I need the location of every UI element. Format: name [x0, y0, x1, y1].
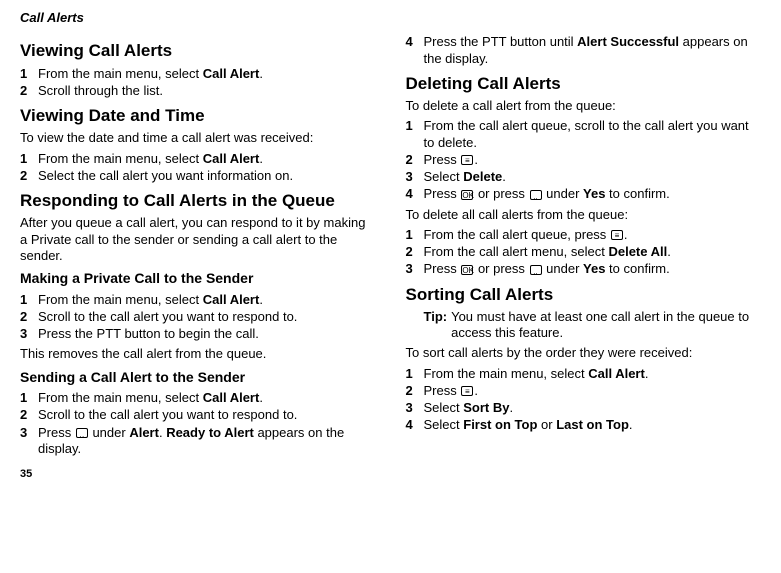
subheading-send-alert: Sending a Call Alert to the Sender [20, 369, 376, 387]
step-row: 2 Select the call alert you want informa… [20, 168, 376, 184]
paragraph: To view the date and time a call alert w… [20, 130, 376, 146]
step-number: 2 [20, 83, 38, 99]
heading-sorting-alerts: Sorting Call Alerts [406, 284, 762, 305]
step-number: 2 [406, 244, 424, 260]
step-text: Scroll to the call alert you want to res… [38, 407, 376, 423]
step-row: 1 From the main menu, select Call Alert. [20, 390, 376, 406]
step-text: Select Delete. [424, 169, 762, 185]
step-row: 4 Press OK or press ⎵ under Yes to confi… [406, 186, 762, 202]
tip-block: Tip: You must have at least one call ale… [424, 309, 762, 342]
heading-responding-queue: Responding to Call Alerts in the Queue [20, 190, 376, 211]
step-row: 1 From the main menu, select Call Alert. [406, 366, 762, 382]
step-number: 3 [406, 169, 424, 185]
step-text: Select Sort By. [424, 400, 762, 416]
heading-deleting-alerts: Deleting Call Alerts [406, 73, 762, 94]
subheading-private-call: Making a Private Call to the Sender [20, 270, 376, 288]
step-text: Press ≡. [424, 383, 762, 399]
step-text: From the call alert queue, press ≡. [424, 227, 762, 243]
ok-icon: OK [461, 190, 473, 200]
step-number: 2 [20, 168, 38, 184]
step-number: 1 [20, 390, 38, 406]
menu-icon: ≡ [611, 230, 623, 240]
step-number: 1 [406, 227, 424, 243]
step-number: 3 [406, 261, 424, 277]
paragraph: To delete all call alerts from the queue… [406, 207, 762, 223]
paragraph: To delete a call alert from the queue: [406, 98, 762, 114]
menu-icon: ≡ [461, 386, 473, 396]
step-number: 2 [406, 152, 424, 168]
paragraph: After you queue a call alert, you can re… [20, 215, 376, 264]
step-text: From the main menu, select Call Alert. [38, 390, 376, 406]
page-header: Call Alerts [20, 10, 761, 26]
softkey-icon: ⎵ [530, 265, 542, 275]
step-number: 3 [406, 400, 424, 416]
step-row: 1 From the call alert queue, scroll to t… [406, 118, 762, 151]
right-column: 4 Press the PTT button until Alert Succe… [406, 34, 762, 458]
ok-icon: OK [461, 265, 473, 275]
step-number: 4 [406, 186, 424, 202]
step-text: Press OK or press ⎵ under Yes to confirm… [424, 186, 762, 202]
step-text: Select the call alert you want informati… [38, 168, 376, 184]
step-row: 2 From the call alert menu, select Delet… [406, 244, 762, 260]
step-number: 3 [20, 326, 38, 342]
step-text: From the main menu, select Call Alert. [38, 151, 376, 167]
softkey-icon: ⎵ [530, 190, 542, 200]
step-number: 1 [406, 118, 424, 151]
step-text: Scroll through the list. [38, 83, 376, 99]
step-text: Press ≡. [424, 152, 762, 168]
step-text: From the main menu, select Call Alert. [38, 66, 376, 82]
tip-text: You must have at least one call alert in… [451, 309, 761, 342]
step-row: 4 Select First on Top or Last on Top. [406, 417, 762, 433]
step-row: 2 Scroll to the call alert you want to r… [20, 407, 376, 423]
step-number: 1 [20, 292, 38, 308]
step-row: 3 Select Sort By. [406, 400, 762, 416]
step-text: From the main menu, select Call Alert. [424, 366, 762, 382]
step-row: 2 Scroll through the list. [20, 83, 376, 99]
step-row: 1 From the main menu, select Call Alert. [20, 151, 376, 167]
step-text: Press ⎵ under Alert. Ready to Alert appe… [38, 425, 376, 458]
paragraph: This removes the call alert from the que… [20, 346, 376, 362]
heading-viewing-call-alerts: Viewing Call Alerts [20, 40, 376, 61]
softkey-icon: ⎵ [76, 428, 88, 438]
step-row: 2 Press ≡. [406, 152, 762, 168]
step-row: 3 Press ⎵ under Alert. Ready to Alert ap… [20, 425, 376, 458]
content-columns: Viewing Call Alerts 1 From the main menu… [20, 34, 761, 458]
step-number: 2 [20, 407, 38, 423]
step-row: 1 From the call alert queue, press ≡. [406, 227, 762, 243]
step-row: 1 From the main menu, select Call Alert. [20, 292, 376, 308]
step-row: 3 Press OK or press ⎵ under Yes to confi… [406, 261, 762, 277]
step-text: Select First on Top or Last on Top. [424, 417, 762, 433]
menu-icon: ≡ [461, 155, 473, 165]
step-number: 2 [406, 383, 424, 399]
step-number: 4 [406, 417, 424, 433]
step-number: 3 [20, 425, 38, 458]
step-row: 2 Press ≡. [406, 383, 762, 399]
step-row: 3 Select Delete. [406, 169, 762, 185]
step-text: Press the PTT button until Alert Success… [424, 34, 762, 67]
step-number: 1 [20, 151, 38, 167]
step-row: 4 Press the PTT button until Alert Succe… [406, 34, 762, 67]
step-text: Press the PTT button to begin the call. [38, 326, 376, 342]
paragraph: To sort call alerts by the order they we… [406, 345, 762, 361]
step-text: From the main menu, select Call Alert. [38, 292, 376, 308]
step-text: Press OK or press ⎵ under Yes to confirm… [424, 261, 762, 277]
tip-label: Tip: [424, 309, 448, 342]
step-text: From the call alert queue, scroll to the… [424, 118, 762, 151]
step-text: From the call alert menu, select Delete … [424, 244, 762, 260]
step-row: 2 Scroll to the call alert you want to r… [20, 309, 376, 325]
step-number: 1 [20, 66, 38, 82]
step-number: 4 [406, 34, 424, 67]
left-column: Viewing Call Alerts 1 From the main menu… [20, 34, 376, 458]
step-text: Scroll to the call alert you want to res… [38, 309, 376, 325]
heading-viewing-date-time: Viewing Date and Time [20, 105, 376, 126]
step-row: 1 From the main menu, select Call Alert. [20, 66, 376, 82]
page-number: 35 [20, 468, 761, 482]
step-number: 1 [406, 366, 424, 382]
step-row: 3 Press the PTT button to begin the call… [20, 326, 376, 342]
step-number: 2 [20, 309, 38, 325]
